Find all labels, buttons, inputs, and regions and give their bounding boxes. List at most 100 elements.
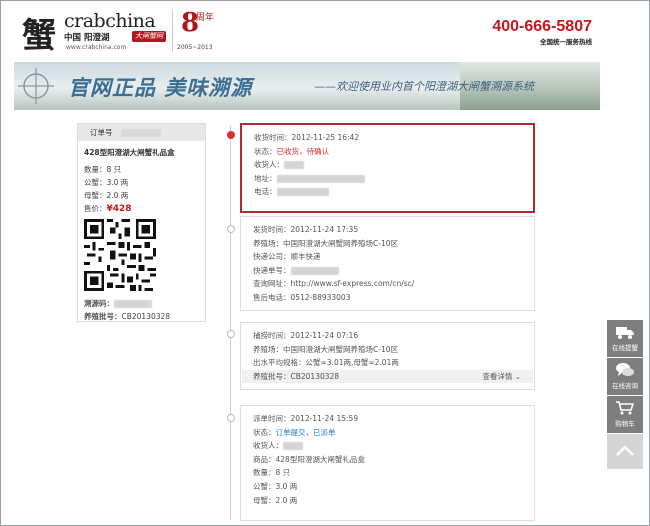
online-consult-button[interactable]: 在线咨询 [607,358,643,396]
timeline-row-value: 2012-11-24 17:35 [290,225,359,234]
timeline-row-label: 收货时间： [254,133,292,142]
timeline-row-value: 0512-88933003 [290,292,351,302]
timeline-row-value: 顺丰快递 [290,252,321,262]
logo-crab-character: 蟹 [22,16,56,56]
batch-label: 养殖批号： [84,312,122,321]
price-value: ¥428 [106,204,132,214]
timeline-row-value: 2.0 两 [275,495,298,505]
redacted-value [283,442,303,451]
redacted-value [290,266,339,275]
timeline-row: 售后电话：0512-88933003 [253,291,534,305]
timeline-row: 状态：订单提交，已派单 [253,426,534,440]
qr-code-image [84,219,156,291]
brand-name: crabchina [64,10,156,32]
qty-label: 数量： [84,165,107,174]
back-to-top-button[interactable] [607,434,643,470]
timeline-row-label: 公蟹： [253,481,276,491]
timeline-row: 养殖批号：CB20130328 查看详情 ⌄ [242,369,533,384]
site-header: 蟹 crabchina 中国 阳澄湖 大闸蟹网 www.crabchina.co… [0,0,650,58]
timeline-row-label: 养殖场： [253,344,283,354]
timeline-row-value: 中国阳澄湖大闸蟹网养殖场C-10区 [283,344,398,354]
timeline-row-label: 养殖批号： [253,371,291,381]
redacted-value [284,161,304,170]
order-number-label: 订单号 [90,128,113,137]
online-consult-label: 在线咨询 [612,382,638,390]
view-details-link[interactable]: 查看详情 ⌄ [482,370,521,384]
timeline-row-label: 售后电话： [253,292,291,302]
order-number-header: 订单号 [78,124,205,141]
online-pickup-button[interactable]: 在线提蟹 [607,320,643,358]
banner: 官网正品 美味溯源 ——欢迎使用业内首个阳澄湖大闸蟹溯源系统 [14,62,600,110]
truck-icon [616,327,634,339]
chat-icon [616,363,634,376]
timeline-row: 快递公司：顺丰快递 [253,250,534,264]
timeline-dot [227,131,235,139]
redacted-value [276,174,365,183]
price-row: 售价：¥428 [84,202,205,215]
timeline-row-label: 养殖场： [253,238,283,248]
timeline-row-value: 公蟹≈3.01两,母蟹≈2.01两 [305,358,399,368]
order-number-redacted [120,129,161,137]
timeline-dot [227,414,235,422]
cart-label: 购物车 [615,420,635,428]
order-summary-card: 订单号 428型阳澄湖大闸蟹礼品盒 数量：8 只 公蟹：3.0 两 母蟹：2.0… [77,123,206,322]
brand-url: www.crabchina.com [66,44,127,51]
timeline-row-label: 快递单号： [253,265,291,275]
anniversary-badge: 8 周年 2005~2013 [172,8,222,52]
site-logo[interactable]: 蟹 crabchina 中国 阳澄湖 大闸蟹网 www.crabchina.co… [22,6,197,56]
timeline-row: 派单时间：2012-11-24 15:59 [253,412,534,426]
timeline-row-value[interactable]: http://www.sf-express.com/cn/sc/ [291,279,415,288]
timeline-row: 状态：已收货，待确认 [254,145,533,159]
trace-code-redacted [114,300,152,308]
timeline-row-label: 母蟹： [253,495,276,505]
timeline-row-value: 8 只 [275,468,291,478]
banner-title: 官网正品 美味溯源 [68,76,253,100]
timeline-row: 电话： [254,185,533,199]
timeline-row: 发货时间：2012-11-24 17:35 [253,223,534,237]
hotline-label: 全国统一服务热线 [540,38,592,46]
timeline-row: 收货人： [254,158,533,172]
timeline-row-label: 捕捞时间： [253,331,291,340]
online-pickup-label: 在线提蟹 [612,344,638,352]
timeline-row: 查询网址：http://www.sf-express.com/cn/sc/ [253,277,534,291]
timeline-row-label: 出水平均规格： [253,358,306,368]
timeline-row: 捕捞时间：2012-11-24 07:16 [253,329,534,343]
timeline-row-label: 收货人： [254,160,284,170]
trace-code-label: 溯源码： [84,299,114,308]
male-crab-value: 3.0 两 [106,178,129,187]
price-label: 售价： [84,204,107,213]
timeline-row-label: 电话： [254,187,277,197]
cart-button[interactable]: 购物车 [607,396,643,434]
timeline-row-value: CB20130328 [290,371,340,381]
timeline-row-value: 2012-11-24 15:59 [290,414,359,423]
timeline-row-label: 商品： [253,454,276,464]
timeline-row-label: 查询网址： [253,279,291,289]
timeline-row-value: 中国阳澄湖大闸蟹网养殖场C-10区 [283,238,398,248]
redacted-value [276,188,329,197]
timeline-dot [227,330,235,338]
timeline-row-value: 2012-11-24 07:16 [290,331,359,340]
timeline-row: 快递单号： [253,264,534,278]
female-crab-value: 2.0 两 [106,191,129,200]
crosshair-icon [18,68,54,104]
timeline-row-value: 428型阳澄湖大闸蟹礼品盒 [275,454,365,464]
batch-value: CB20130328 [121,312,171,321]
timeline-row-value: 3.0 两 [275,481,298,491]
timeline-row-label: 快递公司： [253,252,291,262]
timeline-row-label: 状态： [253,427,276,437]
male-crab-row: 公蟹：3.0 两 [84,176,205,189]
timeline-card: 收货时间：2012-11-25 16:42 状态：已收货，待确认 收货人： 地址： 电话… [240,123,535,213]
timeline-row: 母蟹：2.0 两 [253,494,534,508]
timeline-row: 养殖场：中国阳澄湖大闸蟹网养殖场C-10区 [253,237,534,251]
timeline-row-label: 收货人： [253,441,283,451]
timeline-row-label: 派单时间： [253,414,291,423]
qty-value: 8 只 [106,165,122,174]
timeline-row-value: 订单提交，已派单 [275,427,336,437]
chevron-up-icon [616,445,634,456]
brand-tag: 大闸蟹网 [132,31,166,42]
timeline-row-label: 地址： [254,173,277,183]
timeline-row: 地址： [254,172,533,186]
timeline-row-value: 2012-11-25 16:42 [291,133,360,142]
timeline-dot [227,225,235,233]
brand-cn: 中国 阳澄湖 [64,33,110,43]
